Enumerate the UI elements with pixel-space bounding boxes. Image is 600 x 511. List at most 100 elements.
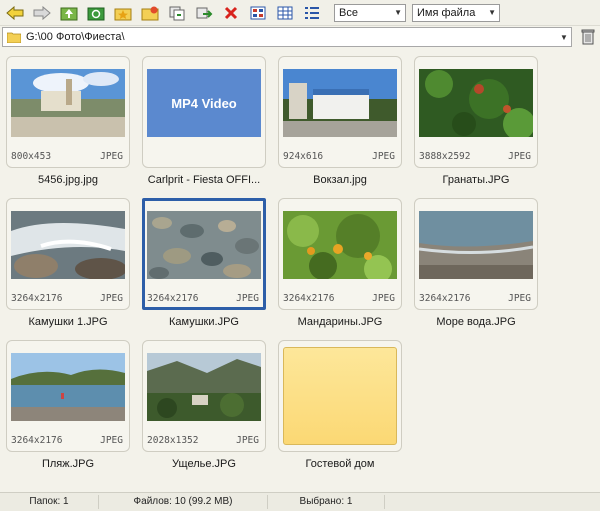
- file-type: JPEG: [236, 293, 259, 304]
- image-dimensions: 3264x2176: [283, 293, 335, 304]
- thumbnail-card[interactable]: 3888x2592 JPEG: [414, 56, 538, 168]
- forward-button[interactable]: [31, 2, 53, 24]
- photo-thumbnail: [283, 69, 397, 137]
- arrow-right-icon: [33, 5, 51, 20]
- thumbnail-card[interactable]: 924x616 JPEG: [278, 56, 402, 168]
- thumbnail-card[interactable]: 3264x2176 JPEG: [6, 198, 130, 310]
- photo-thumbnail: [147, 353, 261, 421]
- image-dimensions: 3264x2176: [11, 293, 63, 304]
- new-folder-button[interactable]: [139, 2, 161, 24]
- file-item[interactable]: 2028x1352 JPEG Ущелье.JPG: [142, 340, 270, 470]
- arrow-left-icon: [6, 5, 24, 20]
- image-dimensions: 3264x2176: [11, 435, 63, 446]
- folder-up-icon: [60, 7, 78, 20]
- thumbnail-card[interactable]: MP4 Video: [142, 56, 266, 168]
- new-folder-icon: [141, 6, 159, 20]
- move-icon: [196, 7, 213, 18]
- file-item[interactable]: 3264x2176 JPEG Мандарины.JPG: [278, 198, 406, 328]
- thumbnail-card[interactable]: 3264x2176 JPEG: [6, 340, 130, 452]
- filter-dropdown-value: Все: [339, 6, 358, 19]
- photo-thumbnail: [11, 69, 125, 137]
- status-folders: Папок: 1: [0, 495, 99, 509]
- recycle-bin-icon[interactable]: [580, 29, 596, 45]
- thumbnail-grid: 800x453 JPEG 5456.jpg.jpg MP4 Video Carl…: [0, 50, 600, 490]
- video-label: MP4 Video: [147, 69, 261, 137]
- list-view-icon: [305, 6, 319, 19]
- file-type: JPEG: [236, 435, 259, 446]
- file-name: Пляж.JPG: [41, 458, 95, 470]
- photo-thumbnail: [419, 69, 533, 137]
- view-grid-button[interactable]: [274, 2, 296, 24]
- file-name: Камушки 1.JPG: [28, 316, 108, 328]
- copy-icon: [169, 6, 185, 20]
- delete-button[interactable]: [220, 2, 242, 24]
- file-type: JPEG: [100, 293, 123, 304]
- file-item[interactable]: 3264x2176 JPEG Пляж.JPG: [6, 340, 134, 470]
- image-dimensions: 3264x2176: [419, 293, 471, 304]
- video-thumbnail: MP4 Video: [147, 69, 261, 137]
- file-type: JPEG: [100, 435, 123, 446]
- thumbnail-card[interactable]: 2028x1352 JPEG: [142, 340, 266, 452]
- file-type: JPEG: [372, 151, 395, 162]
- image-dimensions: 2028x1352: [147, 435, 199, 446]
- chevron-down-icon: ▼: [488, 8, 496, 17]
- file-item[interactable]: 800x453 JPEG 5456.jpg.jpg: [6, 56, 134, 186]
- thumbnails-view-icon: [250, 6, 266, 19]
- file-name: Мандарины.JPG: [297, 316, 383, 328]
- file-name: Камушки.JPG: [169, 316, 239, 328]
- path-text: G:\00 Фото\Фиеста\: [26, 31, 125, 43]
- refresh-button[interactable]: [85, 2, 107, 24]
- file-type: JPEG: [100, 151, 123, 162]
- file-item[interactable]: 3264x2176 JPEG Камушки 1.JPG: [6, 198, 134, 328]
- copy-button[interactable]: [166, 2, 188, 24]
- file-name: Море вода.JPG: [436, 316, 516, 328]
- status-selected: Выбрано: 1: [268, 495, 385, 509]
- photo-thumbnail: [11, 353, 125, 421]
- sort-dropdown-value: Имя файла: [417, 6, 476, 19]
- star-folder-icon: [114, 8, 132, 20]
- image-dimensions: 3264x2176: [147, 293, 199, 304]
- thumbnail-card[interactable]: [278, 340, 402, 452]
- path-field[interactable]: G:\00 Фото\Фиеста\ ▼: [2, 27, 572, 47]
- chevron-down-icon[interactable]: ▼: [557, 33, 571, 42]
- file-item[interactable]: 924x616 JPEG Вокзал.jpg: [278, 56, 406, 186]
- folder-icon: [6, 32, 22, 43]
- thumbnail-card[interactable]: 3264x2176 JPEG: [278, 198, 402, 310]
- filter-dropdown[interactable]: Все ▼: [334, 3, 406, 22]
- image-dimensions: 924x616: [283, 151, 324, 162]
- image-dimensions: 800x453: [11, 151, 52, 162]
- file-name: Ущелье.JPG: [172, 458, 236, 470]
- file-item-selected[interactable]: 3264x2176 JPEG Камушки.JPG: [142, 198, 270, 328]
- favorites-button[interactable]: [112, 2, 134, 24]
- file-item[interactable]: MP4 Video Carlprit - Fiesta OFFI...: [142, 56, 270, 186]
- folder-item[interactable]: Гостевой дом: [278, 340, 406, 470]
- file-item[interactable]: 3264x2176 JPEG Море вода.JPG: [414, 198, 542, 328]
- status-files: Файлов: 10 (99.2 MB): [99, 495, 268, 509]
- file-type: JPEG: [508, 151, 531, 162]
- sort-dropdown[interactable]: Имя файла ▼: [412, 3, 500, 22]
- back-button[interactable]: [4, 2, 26, 24]
- status-bar: Папок: 1 Файлов: 10 (99.2 MB) Выбрано: 1: [0, 492, 600, 511]
- thumbnail-card-selected[interactable]: 3264x2176 JPEG: [142, 198, 266, 310]
- file-name: Гранаты.JPG: [442, 174, 510, 186]
- toolbar: Все ▼ Имя файла ▼: [0, 0, 600, 26]
- view-thumbnails-button[interactable]: [247, 2, 269, 24]
- photo-thumbnail: [283, 211, 397, 279]
- folder-icon: [283, 347, 397, 445]
- close-x-icon: [224, 6, 238, 19]
- image-dimensions: 3888x2592: [419, 151, 471, 162]
- photo-thumbnail: [11, 211, 125, 279]
- file-type: JPEG: [372, 293, 395, 304]
- file-name: 5456.jpg.jpg: [38, 174, 98, 186]
- file-item[interactable]: 3888x2592 JPEG Гранаты.JPG: [414, 56, 542, 186]
- up-folder-button[interactable]: [58, 2, 80, 24]
- view-list-button[interactable]: [301, 2, 323, 24]
- thumbnail-card[interactable]: 800x453 JPEG: [6, 56, 130, 168]
- refresh-folder-icon: [87, 7, 105, 20]
- move-button[interactable]: [193, 2, 215, 24]
- file-name: Carlprit - Fiesta OFFI...: [147, 174, 261, 186]
- grid-view-icon: [277, 6, 293, 19]
- chevron-down-icon: ▼: [394, 8, 402, 17]
- photo-thumbnail: [147, 211, 261, 279]
- thumbnail-card[interactable]: 3264x2176 JPEG: [414, 198, 538, 310]
